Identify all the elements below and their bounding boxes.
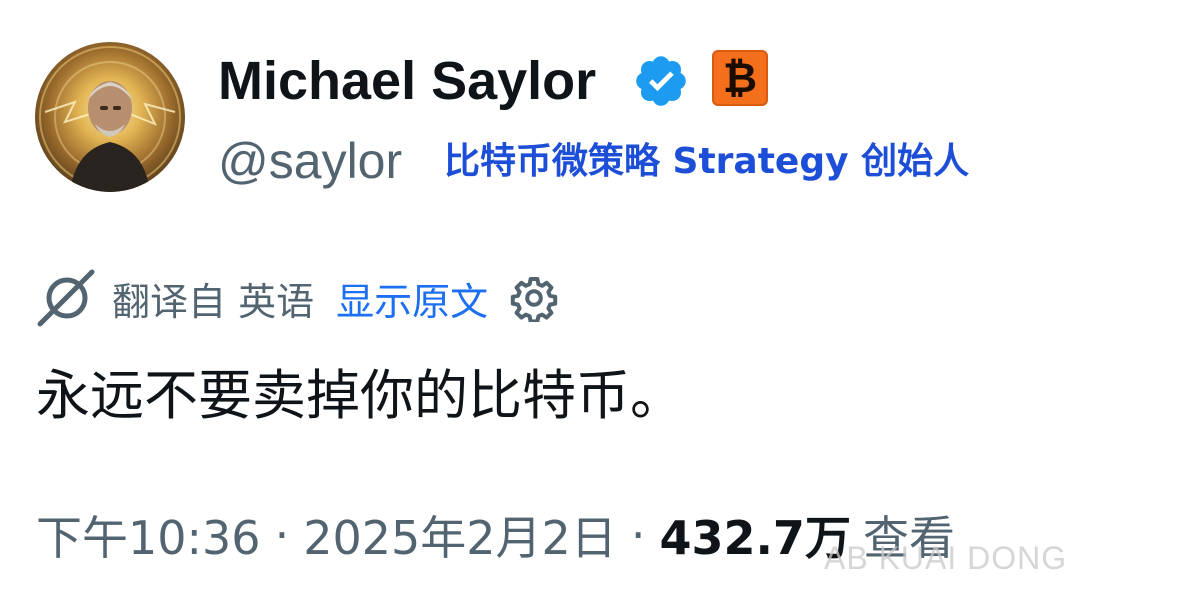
show-original-link[interactable]: 显示原文 <box>336 271 488 326</box>
views-count[interactable]: 432.7万 <box>659 502 851 568</box>
translate-icon <box>37 269 95 327</box>
verified-badge-icon <box>636 56 686 106</box>
bitcoin-badge-icon: ₿ <box>712 50 768 106</box>
affiliation-label: 比特币微策略 Strategy 创始人 <box>444 141 970 182</box>
tweet-time[interactable]: 下午10:36 <box>36 502 261 568</box>
meta-separator: · <box>630 508 646 562</box>
translation-bar: 翻译自 英语 显示原文 <box>36 268 558 328</box>
user-handle[interactable]: @saylor <box>218 132 402 190</box>
tweet-metadata: 下午10:36 · 2025年2月2日 · 432.7万 查看 <box>36 500 955 570</box>
meta-separator: · <box>274 508 290 562</box>
display-name[interactable]: Michael Saylor <box>218 50 596 112</box>
avatar[interactable] <box>35 42 185 192</box>
gear-icon[interactable] <box>510 274 558 322</box>
tweet-text: 永远不要卖掉你的比特币。 <box>36 364 684 427</box>
watermark: AB KUAI DONG <box>824 540 1068 576</box>
translated-from-label: 翻译自 英语 <box>112 279 315 324</box>
avatar-portrait <box>39 46 181 192</box>
tweet-date[interactable]: 2025年2月2日 <box>303 502 617 568</box>
